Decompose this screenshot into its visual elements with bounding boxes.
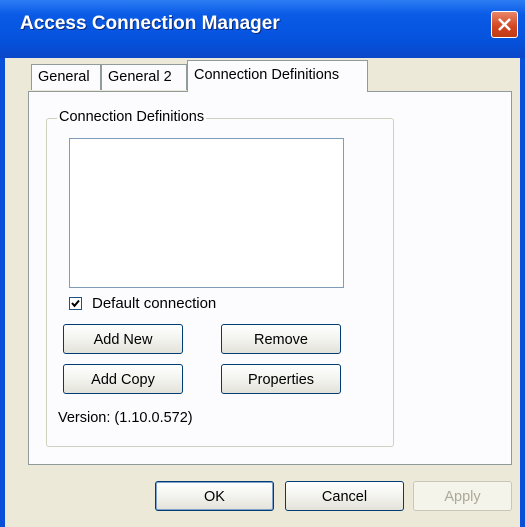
connection-definitions-list[interactable] — [69, 138, 344, 288]
tab-general-2[interactable]: General 2 — [101, 64, 187, 90]
title-bar[interactable]: Access Connection Manager — [0, 0, 525, 58]
ok-button[interactable]: OK — [155, 481, 274, 511]
checkbox-box[interactable] — [69, 296, 82, 310]
close-icon — [498, 18, 511, 31]
default-connection-checkbox[interactable]: Default connection — [69, 293, 216, 313]
version-text: Version: (1.10.0.572) — [58, 410, 193, 426]
default-connection-label: Default connection — [92, 294, 217, 312]
remove-button[interactable]: Remove — [221, 324, 341, 354]
cancel-button[interactable]: Cancel — [285, 481, 404, 511]
close-button[interactable] — [491, 11, 518, 38]
properties-button[interactable]: Properties — [221, 364, 341, 394]
tab-panel: Connection Definitions Default connectio… — [28, 91, 512, 465]
checkmark-icon — [71, 299, 80, 307]
tab-connection-definitions[interactable]: Connection Definitions — [187, 60, 368, 92]
add-copy-button[interactable]: Add Copy — [63, 364, 183, 394]
connection-definitions-group: Connection Definitions Default connectio… — [46, 109, 394, 447]
dialog-window: Access Connection Manager General Genera… — [0, 0, 525, 527]
group-label: Connection Definitions — [57, 109, 207, 125]
window-title: Access Connection Manager — [20, 13, 280, 34]
add-new-button[interactable]: Add New — [63, 324, 183, 354]
tab-general[interactable]: General — [31, 64, 101, 90]
apply-button[interactable]: Apply — [413, 481, 512, 511]
